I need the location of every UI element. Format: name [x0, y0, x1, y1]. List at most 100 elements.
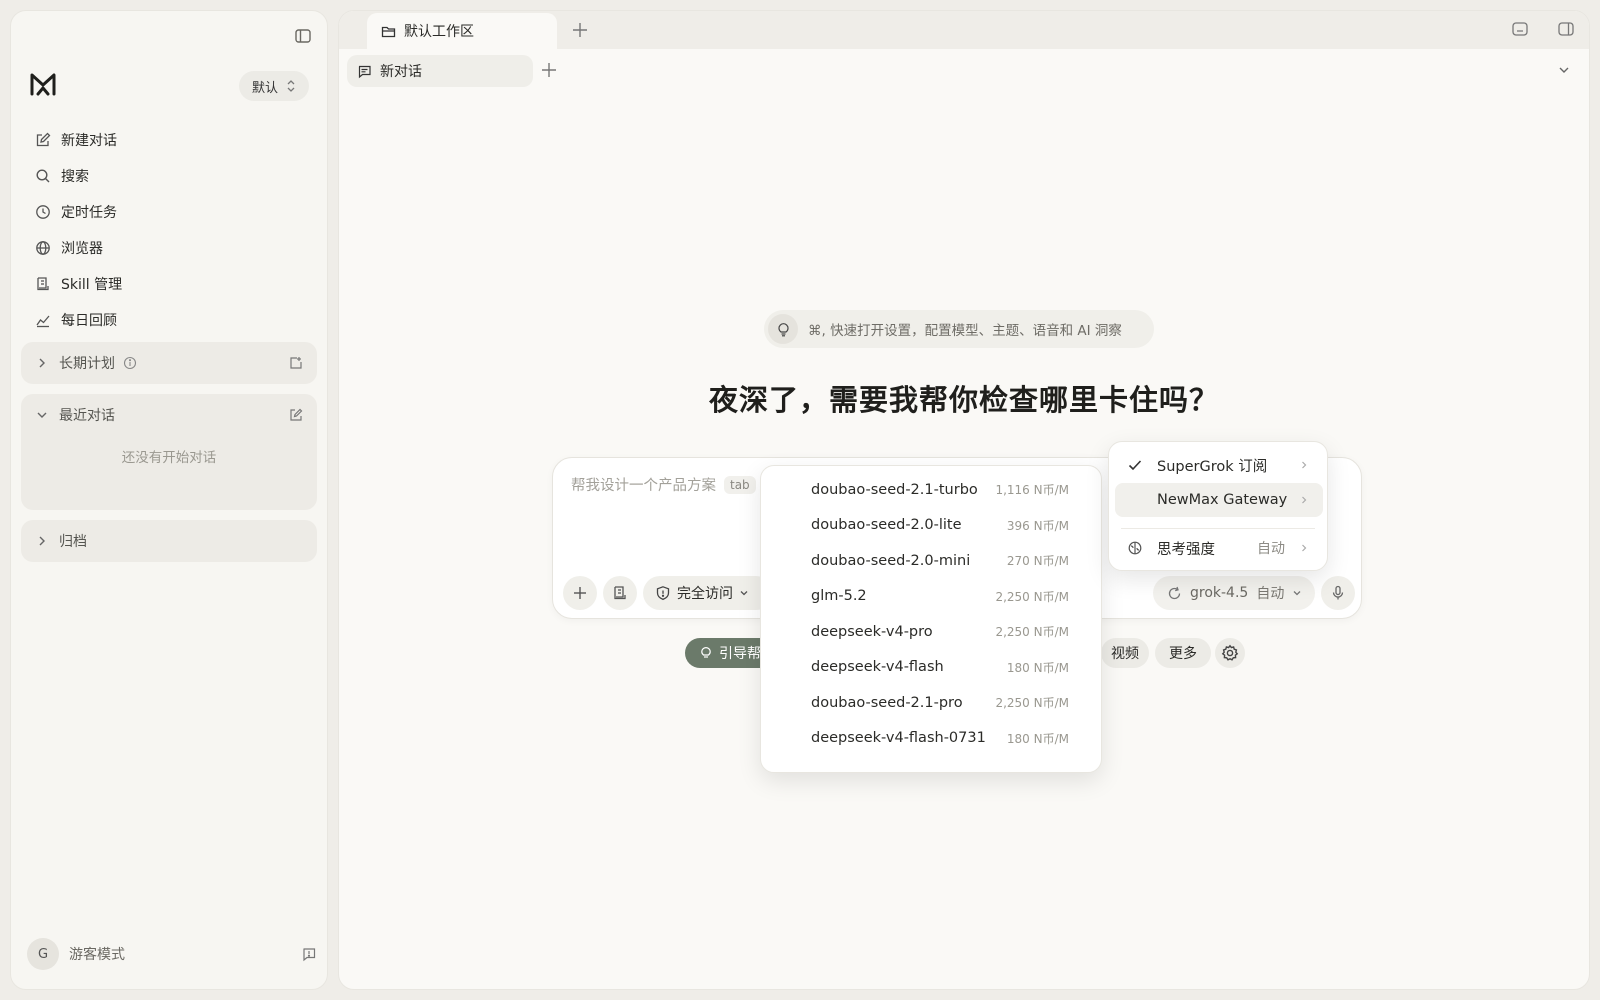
- model-list-popup: doubao-seed-2.1-turbo 1,116 N币/M doubao-…: [760, 465, 1102, 773]
- chip-video[interactable]: 视频: [1101, 638, 1149, 668]
- microphone-icon: [1332, 585, 1344, 600]
- model-option-name: deepseek-v4-flash-0731: [811, 730, 986, 747]
- model-option[interactable]: doubao-seed-2.0-mini 270 N币/M: [761, 543, 1101, 579]
- sidebar-item-skill[interactable]: Skill 管理: [25, 266, 315, 302]
- sidebar-item-browser[interactable]: 浏览器: [25, 230, 315, 266]
- model-name: grok-4.5: [1190, 585, 1249, 601]
- add-workspace-tab-button[interactable]: [571, 21, 589, 39]
- sidebar-item-search[interactable]: 搜索: [25, 158, 315, 194]
- provider-option-label: SuperGrok 订阅: [1157, 458, 1268, 475]
- skill-button[interactable]: [603, 576, 637, 610]
- shield-icon: [656, 586, 670, 601]
- section-recent-header[interactable]: 最近对话: [21, 394, 317, 436]
- edit-icon[interactable]: [289, 408, 303, 422]
- new-plan-icon[interactable]: [289, 356, 303, 370]
- chevron-right-icon: [39, 358, 45, 368]
- chevron-updown-icon: [287, 80, 295, 92]
- settings-hint: ⌘, 快速打开设置，配置模型、主题、语音和 AI 洞察: [764, 310, 1154, 348]
- right-panel-toggle-icon[interactable]: [1557, 20, 1575, 38]
- model-option-name: doubao-seed-2.0-lite: [811, 517, 962, 534]
- tab-conversation[interactable]: 新对话: [347, 55, 533, 87]
- sidebar-item-label: 搜索: [61, 169, 89, 185]
- sidebar-item-daily-review[interactable]: 每日回顾: [25, 302, 315, 338]
- section-recent: 最近对话 还没有开始对话: [21, 394, 317, 510]
- model-option-name: deepseek-v4-pro: [811, 623, 933, 640]
- sidebar: 默认 新建对话 搜索 定时任务 浏览器 Skill 管理 每日回顾 长期计划 最…: [10, 10, 328, 990]
- plus-icon: [574, 587, 586, 599]
- section-archive-header[interactable]: 归档: [21, 520, 317, 562]
- model-option-name: doubao-seed-2.0-mini: [811, 552, 971, 569]
- feedback-icon[interactable]: [301, 946, 317, 962]
- model-option[interactable]: doubao-seed-2.1-pro 2,250 N币/M: [761, 685, 1101, 721]
- menu-divider: [1121, 528, 1315, 529]
- sidebar-item-new-chat[interactable]: 新建对话: [25, 122, 315, 158]
- composer-input[interactable]: 帮我设计一个产品方案 tab: [571, 474, 756, 495]
- provider-option-newmax[interactable]: NewMax Gateway: [1115, 483, 1323, 517]
- lightbulb-icon: [701, 647, 711, 658]
- model-option-price: 1,116 N币/M: [995, 483, 1069, 498]
- refresh-icon: [1168, 586, 1181, 599]
- model-option-price: 2,250 N币/M: [995, 696, 1069, 711]
- provider-option-label: NewMax Gateway: [1157, 492, 1288, 508]
- section-archive: 归档: [21, 520, 317, 562]
- workspace-select[interactable]: 默认: [239, 71, 309, 101]
- composer-placeholder: 帮我设计一个产品方案: [571, 478, 716, 494]
- chart-icon: [36, 315, 50, 328]
- chevron-right-icon: [39, 536, 45, 546]
- chevron-down-icon[interactable]: [1557, 63, 1571, 77]
- settings-hint-text: ⌘, 快速打开设置，配置模型、主题、语音和 AI 洞察: [808, 323, 1122, 339]
- tab-workspace[interactable]: 默认工作区: [367, 13, 557, 49]
- model-option[interactable]: doubao-seed-2.0-lite 396 N币/M: [761, 508, 1101, 544]
- gear-icon: [1221, 644, 1239, 661]
- chip-more[interactable]: 更多: [1155, 638, 1211, 668]
- chevron-right-icon: [1302, 461, 1307, 469]
- access-mode-label: 完全访问: [677, 586, 733, 602]
- sidebar-nav: 新建对话 搜索 定时任务 浏览器 Skill 管理 每日回顾: [25, 122, 315, 338]
- info-icon[interactable]: [123, 356, 137, 370]
- checkmark-icon: [1128, 460, 1142, 471]
- model-option[interactable]: deepseek-v4-pro 2,250 N币/M: [761, 614, 1101, 650]
- model-option-name: glm-5.2: [811, 588, 867, 605]
- workspace-select-label: 默认: [251, 80, 278, 96]
- model-option[interactable]: deepseek-v4-flash 180 N币/M: [761, 650, 1101, 686]
- model-option-price: 2,250 N币/M: [995, 589, 1069, 604]
- tab-key-hint: tab: [724, 475, 756, 494]
- sidebar-item-label: 新建对话: [61, 133, 117, 149]
- attach-button[interactable]: [563, 576, 597, 610]
- chip-video-label: 视频: [1111, 646, 1139, 662]
- model-select-button[interactable]: grok-4.5 自动: [1153, 576, 1315, 610]
- minimize-window-icon[interactable]: [1511, 20, 1529, 38]
- settings-button[interactable]: [1215, 638, 1245, 668]
- workspace-tab-bar: 默认工作区: [339, 11, 1589, 49]
- model-option[interactable]: glm-5.2 2,250 N币/M: [761, 579, 1101, 615]
- scroll-icon: [614, 586, 626, 600]
- thinking-strength-option[interactable]: 思考强度 自动: [1115, 531, 1323, 565]
- tab-conversation-label: 新对话: [380, 64, 422, 80]
- model-option-name: deepseek-v4-flash: [811, 659, 944, 676]
- avatar[interactable]: G: [27, 938, 59, 970]
- model-option-price: 180 N币/M: [1006, 660, 1069, 675]
- provider-option-supergrok[interactable]: SuperGrok 订阅: [1115, 448, 1323, 482]
- chat-icon: [358, 65, 371, 78]
- model-option[interactable]: deepseek-v4-flash-0731 180 N币/M: [761, 721, 1101, 757]
- access-mode-button[interactable]: 完全访问: [643, 576, 773, 610]
- sidebar-item-scheduled-tasks[interactable]: 定时任务: [25, 194, 315, 230]
- chevron-right-icon: [1302, 496, 1307, 504]
- add-conversation-tab-button[interactable]: [540, 61, 558, 79]
- section-long-term-label: 长期计划: [59, 356, 115, 372]
- section-recent-label: 最近对话: [59, 408, 115, 424]
- sidebar-toggle-icon[interactable]: [294, 27, 312, 45]
- page-title: 夜深了，需要我帮你检查哪里卡住吗？: [708, 383, 1219, 417]
- model-option-price: 270 N币/M: [1006, 554, 1069, 569]
- provider-menu-popup: SuperGrok 订阅 NewMax Gateway 思考强度 自动: [1108, 441, 1328, 571]
- model-option[interactable]: doubao-seed-2.1-turbo 1,116 N币/M: [761, 472, 1101, 508]
- model-option-price: 2,250 N币/M: [995, 625, 1069, 640]
- thinking-strength-label: 思考强度: [1157, 541, 1215, 558]
- voice-input-button[interactable]: [1321, 576, 1355, 610]
- section-long-term-header[interactable]: 长期计划: [21, 342, 317, 384]
- model-option-name: doubao-seed-2.1-turbo: [811, 481, 978, 498]
- folder-icon: [381, 26, 396, 37]
- user-row[interactable]: G 游客模式: [27, 937, 317, 971]
- chip-more-label: 更多: [1169, 646, 1197, 662]
- sidebar-item-label: Skill 管理: [61, 277, 123, 293]
